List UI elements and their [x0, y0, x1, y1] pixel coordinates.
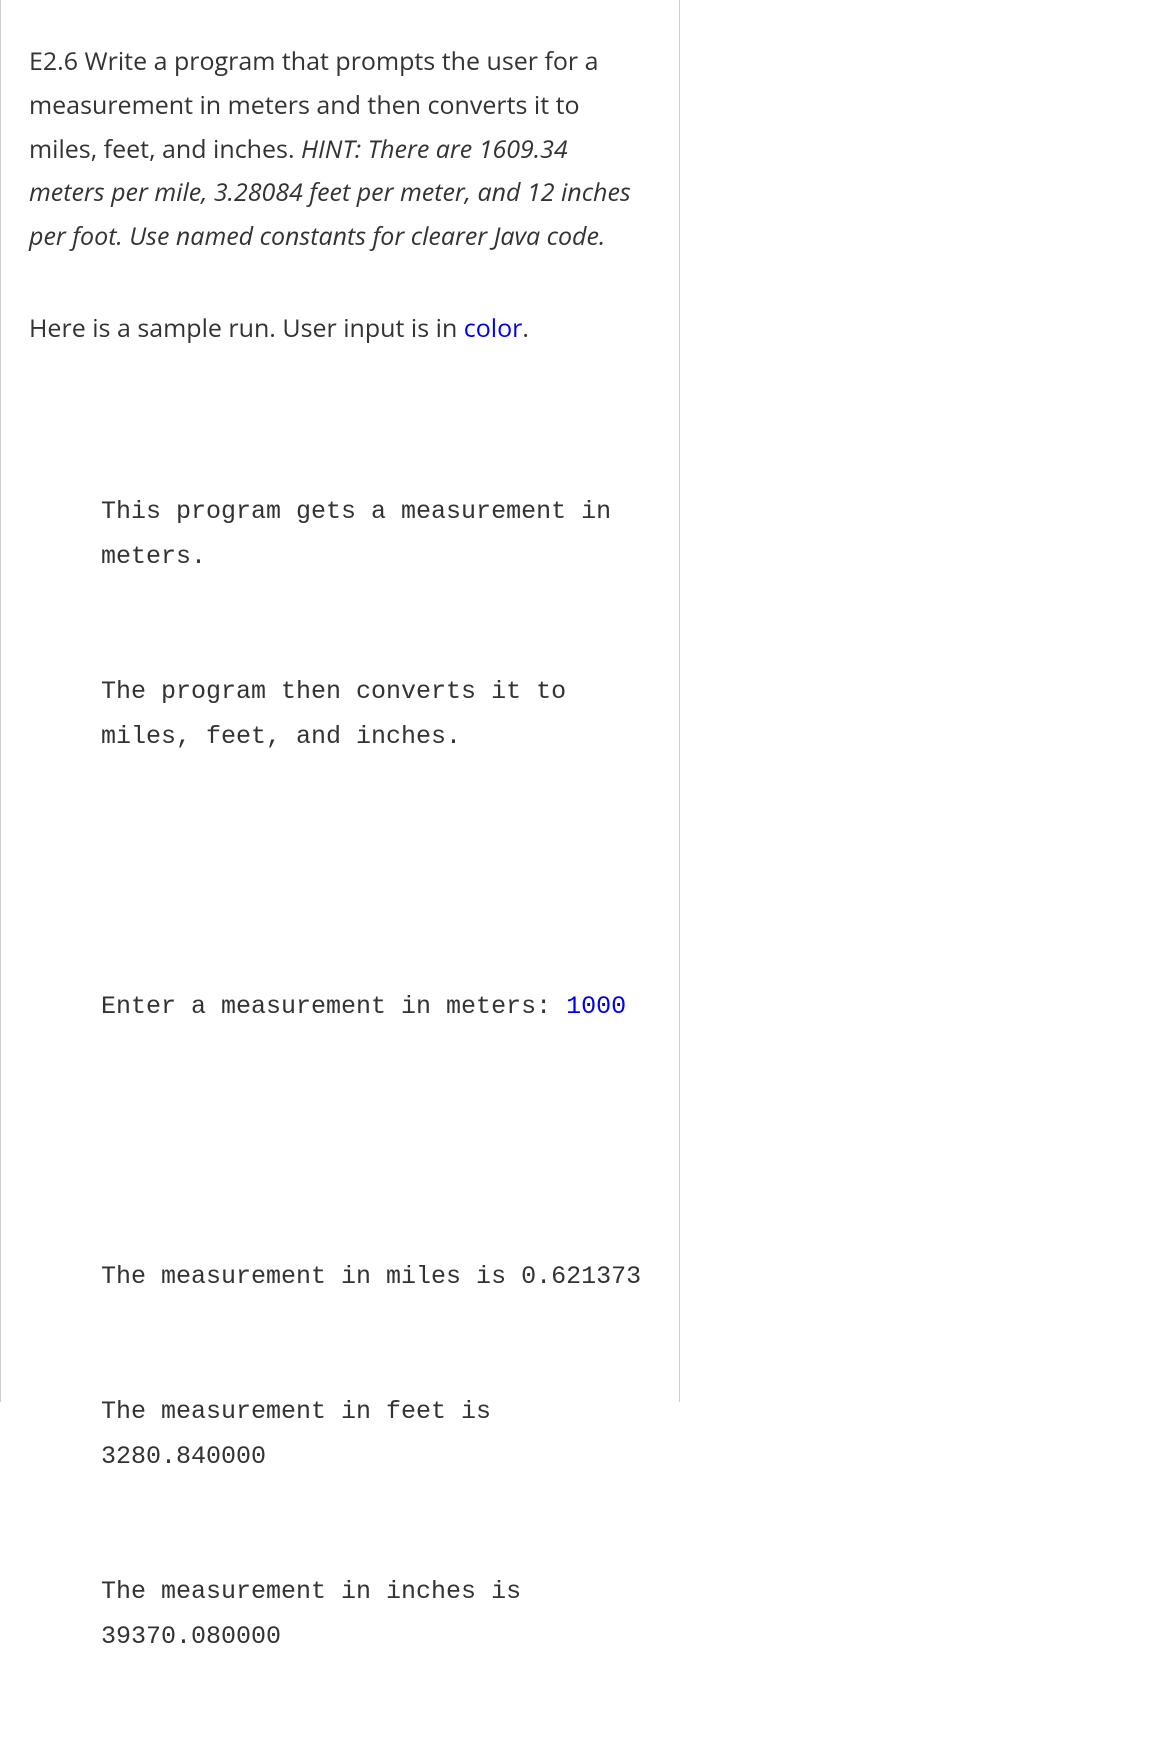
code-user-input: 1000 — [566, 992, 626, 1021]
code-intro-line-2: The program then converts it to miles, f… — [101, 669, 649, 759]
sample-intro-color-word: color — [464, 311, 523, 345]
code-intro-line-1: This program gets a measurement in meter… — [101, 489, 649, 579]
sample-run-intro: Here is a sample run. User input is in c… — [29, 307, 649, 351]
code-blank-line — [101, 1119, 649, 1164]
code-prompt-prefix: Enter a measurement in meters: — [101, 992, 566, 1021]
code-result-feet: The measurement in feet is 3280.840000 — [101, 1389, 649, 1479]
side-pane — [680, 0, 1170, 1402]
code-prompt-line: Enter a measurement in meters: 1000 — [101, 984, 649, 1029]
page-container: E2.6 Write a program that prompts the us… — [0, 0, 1170, 1402]
sample-intro-prefix: Here is a sample run. User input is in — [29, 311, 464, 345]
problem-statement: E2.6 Write a program that prompts the us… — [29, 40, 649, 259]
code-result-inches: The measurement in inches is 39370.08000… — [101, 1569, 649, 1659]
code-result-miles: The measurement in miles is 0.621373 — [101, 1254, 649, 1299]
code-blank-line — [101, 849, 649, 894]
code-sample-block: This program gets a measurement in meter… — [29, 399, 649, 1749]
content-pane: E2.6 Write a program that prompts the us… — [0, 0, 680, 1402]
sample-intro-suffix: . — [522, 311, 529, 345]
